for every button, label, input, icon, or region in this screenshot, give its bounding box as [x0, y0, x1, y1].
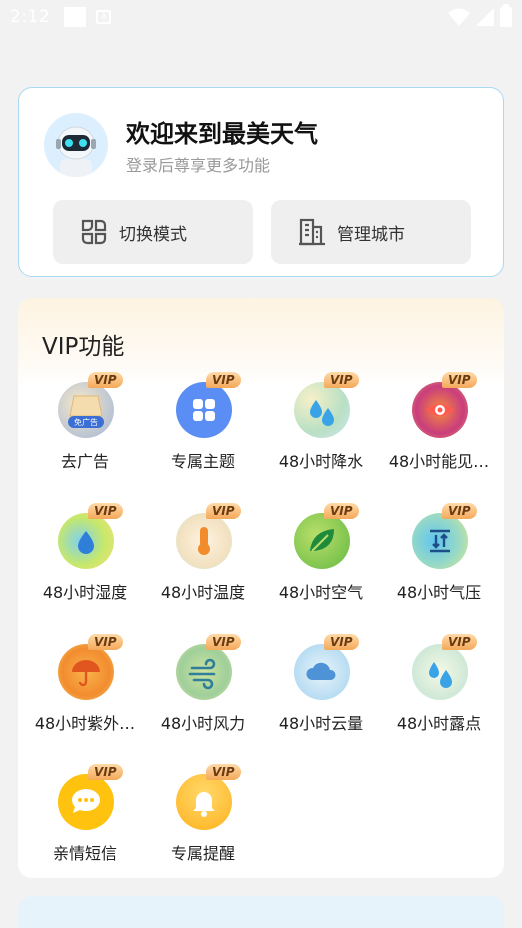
vip-item-label: 48小时温度	[160, 583, 246, 602]
air-quality-icon	[294, 513, 350, 569]
humidity-icon	[58, 513, 114, 569]
vip-item-48h-air[interactable]: VIP 48小时空气	[262, 503, 380, 623]
status-bar: 2:12 A	[0, 0, 522, 34]
vip-badge: VIP	[206, 503, 241, 519]
vip-badge: VIP	[88, 503, 123, 519]
svg-text:免广告: 免广告	[74, 417, 98, 427]
wind-icon	[176, 644, 232, 700]
vip-badge: VIP	[324, 634, 359, 650]
vip-item-label: 专属提醒	[170, 844, 235, 863]
precipitation-icon	[294, 382, 350, 438]
uv-icon	[58, 644, 114, 700]
vip-item-48h-humidity[interactable]: VIP 48小时湿度	[26, 503, 144, 623]
vip-item-label: 去广告	[60, 452, 109, 471]
vip-item-label: 48小时云量	[278, 714, 364, 733]
vip-item-48h-cloud[interactable]: VIP 48小时云量	[262, 634, 380, 754]
pressure-icon	[412, 513, 468, 569]
vip-badge: VIP	[324, 372, 359, 388]
switch-mode-label: 切换模式	[119, 224, 187, 245]
theme-icon	[176, 382, 232, 438]
vip-section-title: VIP功能	[42, 334, 125, 360]
vip-badge: VIP	[206, 634, 241, 650]
vip-item-label: 专属主题	[170, 452, 235, 471]
vip-features-card: VIP功能 免广告 VIP 去广告 VIP 专属主题 VIP 48小时降水 VI…	[18, 298, 504, 878]
city-building-icon	[299, 218, 325, 246]
vip-item-48h-visibility[interactable]: VIP 48小时能见…	[380, 372, 498, 492]
battery-icon	[500, 4, 512, 27]
vip-item-48h-pressure[interactable]: VIP 48小时气压	[380, 503, 498, 623]
welcome-card[interactable]: 欢迎来到最美天气 登录后尊享更多功能 切换模式 管理城市	[18, 87, 504, 277]
vip-item-label: 48小时紫外…	[34, 714, 136, 733]
message-icon	[58, 774, 114, 830]
vip-item-48h-dew-point[interactable]: VIP 48小时露点	[380, 634, 498, 754]
vip-item-label: 48小时湿度	[42, 583, 128, 602]
vip-item-48h-temperature[interactable]: VIP 48小时温度	[144, 503, 262, 623]
vip-item-48h-precipitation[interactable]: VIP 48小时降水	[262, 372, 380, 492]
signal-icon	[476, 8, 494, 26]
vip-badge: VIP	[442, 372, 477, 388]
vip-item-label: 48小时空气	[278, 583, 364, 602]
vip-badge: VIP	[324, 503, 359, 519]
notification-icon	[64, 7, 87, 27]
vip-badge: VIP	[442, 634, 477, 650]
manage-cities-label: 管理城市	[337, 224, 405, 245]
vip-badge: VIP	[206, 372, 241, 388]
no-ads-icon: 免广告	[58, 382, 114, 438]
vip-item-exclusive-theme[interactable]: VIP 专属主题	[144, 372, 262, 492]
vip-item-label: 48小时能见…	[388, 452, 490, 471]
vip-item-label: 48小时露点	[396, 714, 482, 733]
robot-avatar[interactable]	[44, 113, 108, 177]
vip-item-label: 48小时降水	[278, 452, 364, 471]
cloud-icon	[294, 644, 350, 700]
next-section-card	[18, 896, 504, 928]
vip-item-exclusive-reminder[interactable]: VIP 专属提醒	[144, 764, 262, 884]
vip-item-label: 48小时气压	[396, 583, 482, 602]
vip-item-remove-ads[interactable]: 免广告 VIP 去广告	[26, 372, 144, 492]
vip-item-label: 48小时风力	[160, 714, 246, 733]
wifi-icon	[448, 8, 470, 26]
temperature-icon	[176, 513, 232, 569]
vip-item-48h-wind[interactable]: VIP 48小时风力	[144, 634, 262, 754]
switch-mode-button[interactable]: 切换模式	[53, 200, 253, 264]
vip-badge: VIP	[442, 503, 477, 519]
vip-badge: VIP	[206, 764, 241, 780]
welcome-subtitle[interactable]: 登录后尊享更多功能	[126, 152, 270, 176]
app-notification-icon: A	[96, 10, 112, 24]
vip-item-48h-uv[interactable]: VIP 48小时紫外…	[26, 634, 144, 754]
vip-badge: VIP	[88, 372, 123, 388]
vip-badge: VIP	[88, 764, 123, 780]
welcome-title: 欢迎来到最美天气	[126, 120, 318, 148]
bell-icon	[176, 774, 232, 830]
grid-mode-icon	[81, 219, 107, 245]
manage-cities-button[interactable]: 管理城市	[271, 200, 471, 264]
vip-badge: VIP	[88, 634, 123, 650]
status-time: 2:12	[10, 7, 51, 27]
visibility-icon	[412, 382, 468, 438]
dew-point-icon	[412, 644, 468, 700]
vip-item-family-sms[interactable]: VIP 亲情短信	[26, 764, 144, 884]
vip-item-label: 亲情短信	[52, 844, 117, 863]
